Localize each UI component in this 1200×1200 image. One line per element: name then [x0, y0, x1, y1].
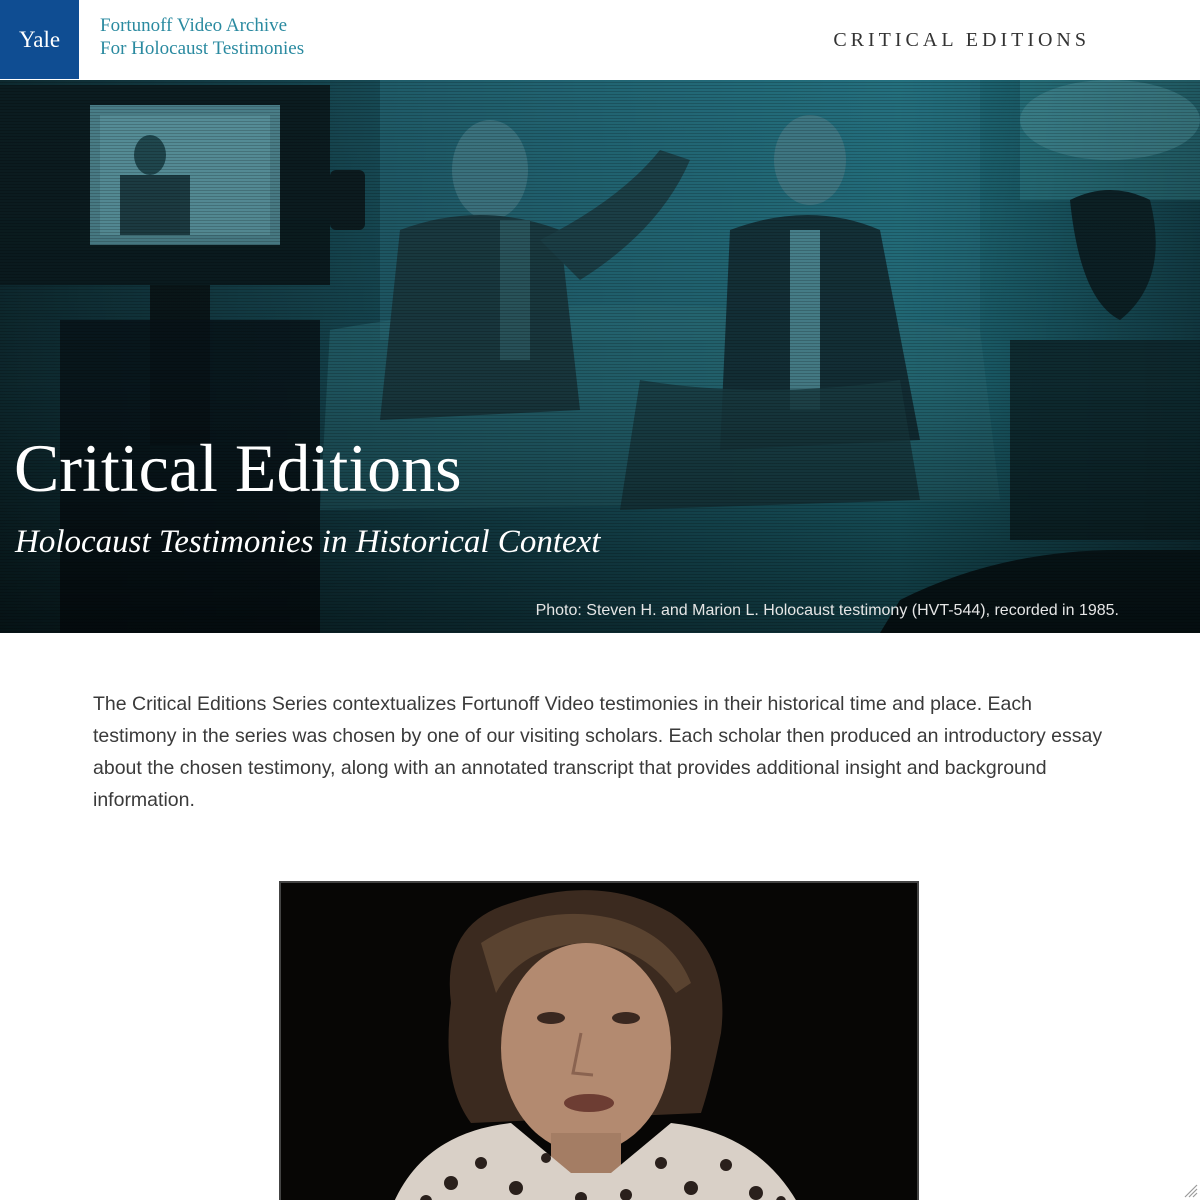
intro-paragraph: The Critical Editions Series contextuali… — [93, 693, 1103, 811]
video-still — [281, 883, 917, 1200]
hero-banner: Critical Editions Holocaust Testimonies … — [0, 80, 1200, 633]
hero-subtitle: Holocaust Testimonies in Historical Cont… — [15, 524, 601, 560]
nav-critical-editions-link[interactable]: CRITICAL EDITIONS — [833, 29, 1090, 52]
yale-logo[interactable]: Yale — [0, 0, 79, 79]
hero-title: Critical Editions — [14, 430, 462, 506]
resize-grip-icon[interactable] — [1182, 1182, 1198, 1198]
org-name-line1: Fortunoff Video Archive — [100, 15, 288, 36]
testimony-video-player[interactable] — [279, 881, 919, 1200]
org-name-line2: For Holocaust Testimonies — [100, 38, 305, 59]
hero-photo-caption: Photo: Steven H. and Marion L. Holocaust… — [535, 602, 1119, 619]
org-name-link[interactable]: Fortunoff Video Archive For Holocaust Te… — [100, 14, 304, 60]
site-header: Yale Fortunoff Video Archive For Holocau… — [0, 0, 1200, 80]
